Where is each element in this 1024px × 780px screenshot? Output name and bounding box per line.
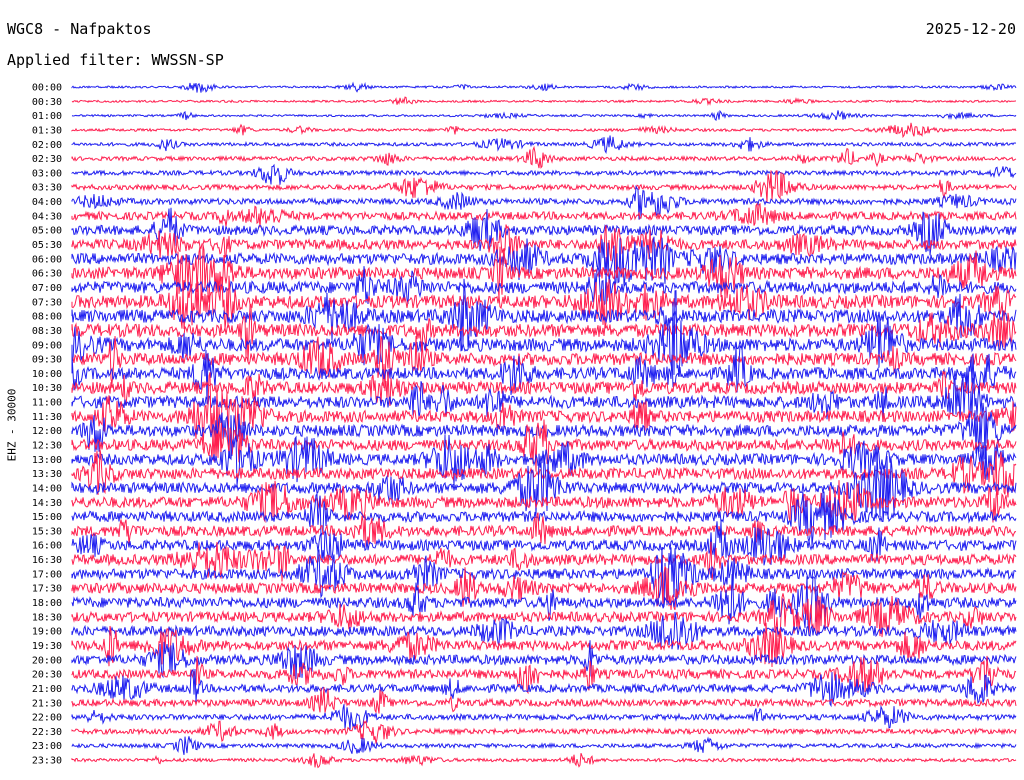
time-tick-label: 02:00 bbox=[32, 140, 62, 151]
time-tick-label: 23:00 bbox=[32, 741, 62, 752]
time-tick-label: 00:30 bbox=[32, 97, 62, 108]
time-tick-label: 18:30 bbox=[32, 612, 62, 623]
time-tick-label: 04:30 bbox=[32, 211, 62, 222]
time-tick-label: 15:00 bbox=[32, 512, 62, 523]
time-tick-label: 22:30 bbox=[32, 727, 62, 738]
time-tick-label: 17:00 bbox=[32, 569, 62, 580]
time-tick-label: 16:00 bbox=[32, 541, 62, 552]
time-tick-label: 00:00 bbox=[32, 83, 62, 94]
time-tick-label: 07:00 bbox=[32, 283, 62, 294]
time-tick-label: 21:30 bbox=[32, 698, 62, 709]
seismic-trace-row bbox=[71, 122, 1017, 139]
time-tick-label: 03:00 bbox=[32, 168, 62, 179]
time-tick-label: 19:00 bbox=[32, 627, 62, 638]
time-tick-label: 12:30 bbox=[32, 441, 62, 452]
time-tick-label: 12:00 bbox=[32, 426, 62, 437]
time-tick-label: 01:00 bbox=[32, 111, 62, 122]
seismic-trace-row bbox=[71, 109, 1017, 122]
time-tick-label: 03:30 bbox=[32, 183, 62, 194]
time-tick-label: 09:00 bbox=[32, 340, 62, 351]
helicorder-plot: 00:00 00:30 01:00 01:30 02:00 02:30 03:00 03:30… bbox=[32, 81, 1017, 769]
seismic-trace-row bbox=[71, 720, 1017, 744]
time-tick-label: 17:30 bbox=[32, 584, 62, 595]
time-tick-label: 11:30 bbox=[32, 412, 62, 423]
time-tick-label: 06:30 bbox=[32, 269, 62, 280]
time-tick-label: 05:30 bbox=[32, 240, 62, 251]
seismic-trace-row bbox=[71, 96, 1016, 107]
seismic-trace-row bbox=[71, 163, 1017, 185]
time-tick-label: 09:30 bbox=[32, 355, 62, 366]
time-tick-label: 10:30 bbox=[32, 383, 62, 394]
time-tick-label: 22:00 bbox=[32, 713, 62, 724]
time-tick-label: 21:00 bbox=[32, 684, 62, 695]
time-tick-label: 11:00 bbox=[32, 398, 62, 409]
time-tick-label: 16:30 bbox=[32, 555, 62, 566]
time-tick-label: 20:30 bbox=[32, 670, 62, 681]
seismic-trace-row bbox=[71, 202, 1017, 228]
time-tick-label: 13:30 bbox=[32, 469, 62, 480]
trace-group bbox=[71, 81, 1017, 769]
time-tick-label: 19:30 bbox=[32, 641, 62, 652]
seismic-trace-row bbox=[71, 145, 1017, 169]
time-tick-label: 20:00 bbox=[32, 655, 62, 666]
seismic-trace-row bbox=[71, 81, 1017, 93]
time-tick-label: 18:00 bbox=[32, 598, 62, 609]
seismic-trace-row bbox=[71, 244, 1017, 303]
time-tick-label: 08:30 bbox=[32, 326, 62, 337]
time-tick-label: 23:30 bbox=[32, 756, 62, 767]
seismic-trace-row bbox=[71, 753, 1017, 769]
time-tick-label: 02:30 bbox=[32, 154, 62, 165]
time-tick-label: 10:00 bbox=[32, 369, 62, 380]
time-tick-label: 08:00 bbox=[32, 312, 62, 323]
time-tick-label: 05:00 bbox=[32, 226, 62, 237]
time-tick-labels: 00:00 00:30 01:00 01:30 02:00 02:30 03:00 03:30… bbox=[32, 83, 62, 767]
time-tick-label: 14:30 bbox=[32, 498, 62, 509]
time-tick-label: 13:00 bbox=[32, 455, 62, 466]
seismic-trace-row bbox=[71, 135, 1017, 155]
time-tick-label: 04:00 bbox=[32, 197, 62, 208]
time-tick-label: 07:30 bbox=[32, 297, 62, 308]
seismic-trace-row bbox=[71, 736, 1017, 755]
time-tick-label: 01:30 bbox=[32, 125, 62, 136]
time-tick-label: 06:00 bbox=[32, 254, 62, 265]
time-tick-label: 15:30 bbox=[32, 526, 62, 537]
time-tick-label: 14:00 bbox=[32, 483, 62, 494]
